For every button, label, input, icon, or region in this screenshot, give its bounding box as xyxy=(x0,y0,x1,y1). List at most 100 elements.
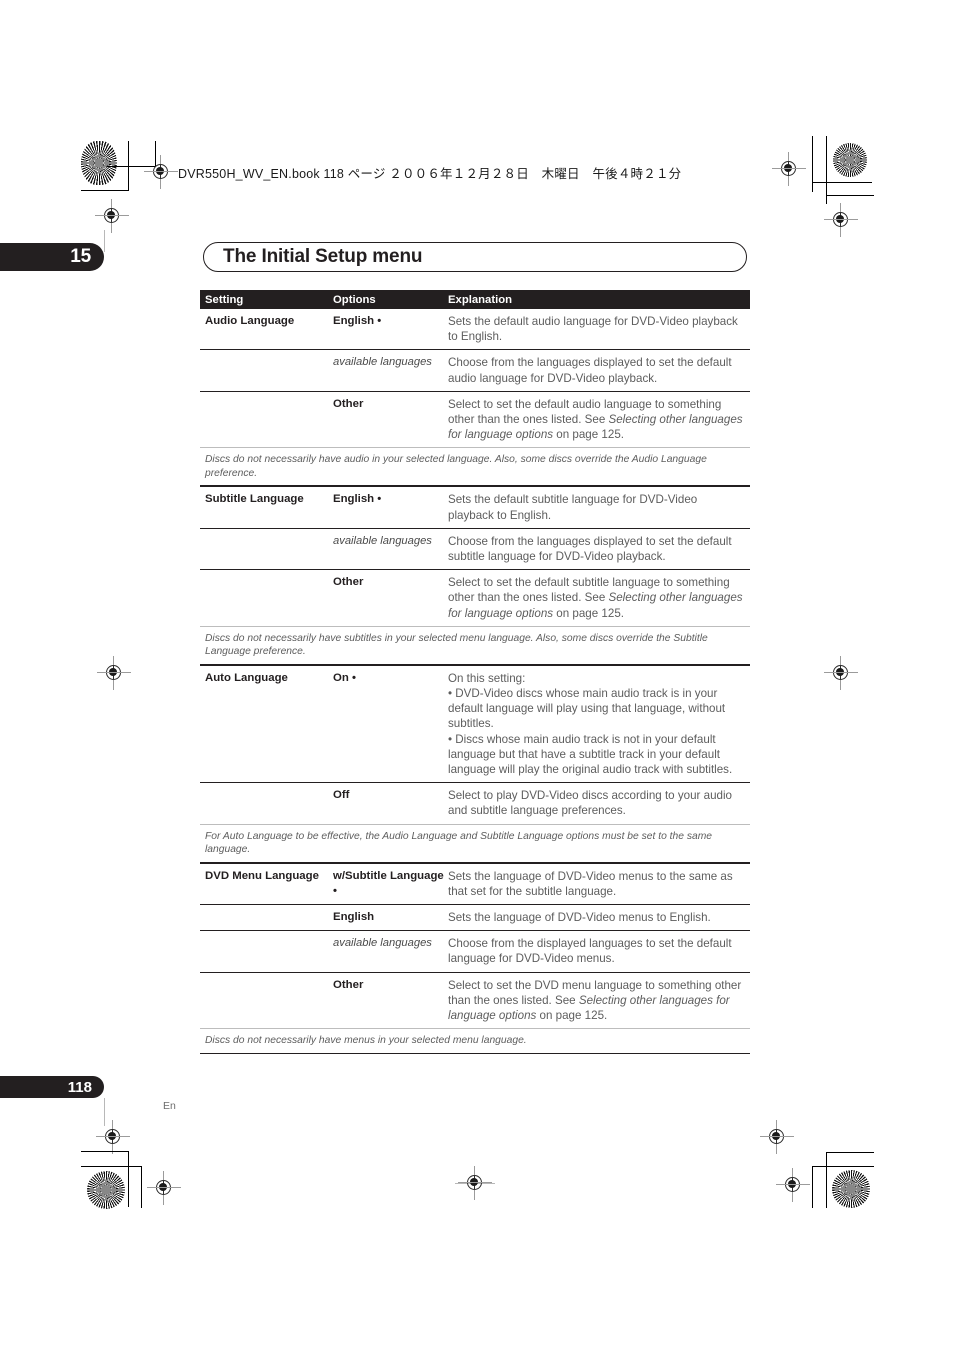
crop-mark-line xyxy=(81,1166,141,1168)
setting-label: Auto Language xyxy=(205,671,288,684)
column-header-explanation: Explanation xyxy=(448,293,513,306)
table-row: Other Select to set the DVD menu language… xyxy=(200,971,750,1029)
setting-name-cell: Subtitle Language xyxy=(200,487,333,527)
crop-mark-line xyxy=(826,195,874,197)
setting-name-cell: DVD Menu Language xyxy=(200,864,333,904)
option-label: English • xyxy=(333,493,382,506)
explanation-text: On this setting: • DVD-Video discs whose … xyxy=(448,671,733,777)
explanation-cell: Sets the language of DVD-Video menus to … xyxy=(448,905,750,930)
explanation-cell: Select to set the default subtitle langu… xyxy=(448,570,750,626)
setting-name-cell-continuation xyxy=(200,570,333,626)
registration-target-bottom-center xyxy=(458,1166,492,1200)
explanation-text: Sets the language of DVD-Video menus to … xyxy=(448,869,733,898)
option-cell: w/Subtitle Language • xyxy=(333,864,448,904)
crop-mark-line xyxy=(107,166,156,168)
crop-mark-line xyxy=(81,1151,129,1153)
setting-name-cell-continuation xyxy=(200,905,333,930)
explanation-cell: Select to set the DVD menu language to s… xyxy=(448,973,750,1029)
table-row: Subtitle Language English • Sets the defau… xyxy=(200,486,750,527)
crop-mark-line xyxy=(812,1166,814,1208)
table-row: Audio Language English • Sets the default … xyxy=(200,309,750,349)
registration-target-top-left xyxy=(144,155,178,189)
option-label: w/Subtitle Language • xyxy=(333,869,444,897)
explanation-text: Sets the default subtitle language for D… xyxy=(448,493,698,522)
crop-mark-line xyxy=(812,136,814,192)
registration-rosette-top-right xyxy=(833,143,867,177)
explanation-text: Choose from the displayed languages to s… xyxy=(448,937,732,966)
explanation-text: Select to set the default subtitle langu… xyxy=(448,576,743,620)
registration-target-bottom-right xyxy=(760,1120,794,1154)
setting-name-cell-continuation xyxy=(200,350,333,390)
registration-rosette-bottom-left xyxy=(87,1171,125,1209)
option-label: available languages xyxy=(333,534,432,547)
table-body: Audio Language English • Sets the default … xyxy=(200,309,750,1054)
setting-name-cell: Auto Language xyxy=(200,666,333,782)
setting-label: Audio Language xyxy=(205,315,295,327)
table-row: Auto Language On • On this setting: • DVD-V… xyxy=(200,664,750,782)
table-note: For Auto Language to be effective, the A… xyxy=(200,823,750,862)
explanation-cell: Choose from the languages displayed to s… xyxy=(448,529,750,569)
explanation-cell: Select to set the default audio language… xyxy=(448,392,750,448)
crop-mark-line xyxy=(141,1166,143,1208)
option-cell: Other xyxy=(333,570,448,626)
registration-target-left-lower xyxy=(96,1120,130,1154)
option-cell: Other xyxy=(333,973,448,1029)
crop-mark-line xyxy=(128,1151,130,1207)
crop-mark-line xyxy=(128,141,130,191)
table-note: Discs do not necessarily have subtitles … xyxy=(200,625,750,664)
option-label: available languages xyxy=(333,356,432,369)
explanation-cell: Sets the default subtitle language for D… xyxy=(448,487,750,527)
table-row: available languages Choose from the displ… xyxy=(200,930,750,971)
column-header-setting: Setting xyxy=(205,293,244,306)
table-row: available languages Choose from the langu… xyxy=(200,349,750,390)
option-label: Off xyxy=(333,789,350,802)
table-row: available languages Choose from the langu… xyxy=(200,527,750,569)
option-label: Other xyxy=(333,576,364,589)
explanation-cell: Sets the default audio language for DVD-… xyxy=(448,309,750,349)
table-row: English Sets the language of DVD-Video me… xyxy=(200,904,750,930)
option-label: available languages xyxy=(333,937,432,950)
crop-mark-line xyxy=(826,136,828,204)
layout-guide-line xyxy=(104,230,106,252)
explanation-cell: Choose from the languages displayed to s… xyxy=(448,350,750,390)
option-cell: available languages xyxy=(333,931,448,971)
explanation-cell: Sets the language of DVD-Video menus to … xyxy=(448,864,750,904)
registration-target-bottom-left xyxy=(147,1171,181,1205)
page-language-code: En xyxy=(163,1100,176,1112)
option-cell: English xyxy=(333,905,448,930)
setting-name-cell: Audio Language xyxy=(200,309,333,349)
setting-name-cell-continuation xyxy=(200,783,333,823)
table-row: Other Select to set the default audio lan… xyxy=(200,390,750,448)
layout-guide-line xyxy=(104,1098,106,1126)
page-number-badge: 118 xyxy=(0,1076,104,1098)
table-row: Off Select to play DVD-Video discs accord… xyxy=(200,782,750,823)
layout-guide-line xyxy=(455,1183,495,1185)
table-row: DVD Menu Language w/Subtitle Language • Se… xyxy=(200,862,750,904)
option-cell: available languages xyxy=(333,350,448,390)
registration-target-top-right xyxy=(772,152,806,186)
explanation-text: Choose from the languages displayed to s… xyxy=(448,356,732,385)
setting-label: DVD Menu Language xyxy=(205,869,319,882)
explanation-cell: Select to play DVD-Video discs according… xyxy=(448,783,750,823)
explanation-cell: On this setting: • DVD-Video discs whose … xyxy=(448,666,750,782)
option-cell: Other xyxy=(333,392,448,448)
registration-target-left-upper xyxy=(95,199,129,233)
setting-name-cell-continuation xyxy=(200,392,333,448)
option-cell: English • xyxy=(333,309,448,349)
explanation-text: Select to set the DVD menu language to s… xyxy=(448,978,742,1023)
registration-target-left-middle xyxy=(97,656,131,690)
registration-target-right-lower xyxy=(776,1168,810,1202)
option-cell: English • xyxy=(333,487,448,527)
crop-mark-line xyxy=(812,1166,874,1168)
book-file-stamp: DVR550H_WV_EN.book 118 ページ ２００６年１２月２８日 木… xyxy=(178,167,682,181)
option-label: On • xyxy=(333,671,356,684)
setting-name-cell-continuation xyxy=(200,931,333,971)
table-row: Other Select to set the default subtitle … xyxy=(200,569,750,626)
crop-mark-line xyxy=(826,1152,828,1208)
option-cell: available languages xyxy=(333,529,448,569)
setting-name-cell-continuation xyxy=(200,973,333,1029)
option-label: Other xyxy=(333,397,364,410)
explanation-cell: Choose from the displayed languages to s… xyxy=(448,931,750,971)
crop-mark-line xyxy=(812,182,872,184)
crop-mark-line xyxy=(155,141,157,167)
